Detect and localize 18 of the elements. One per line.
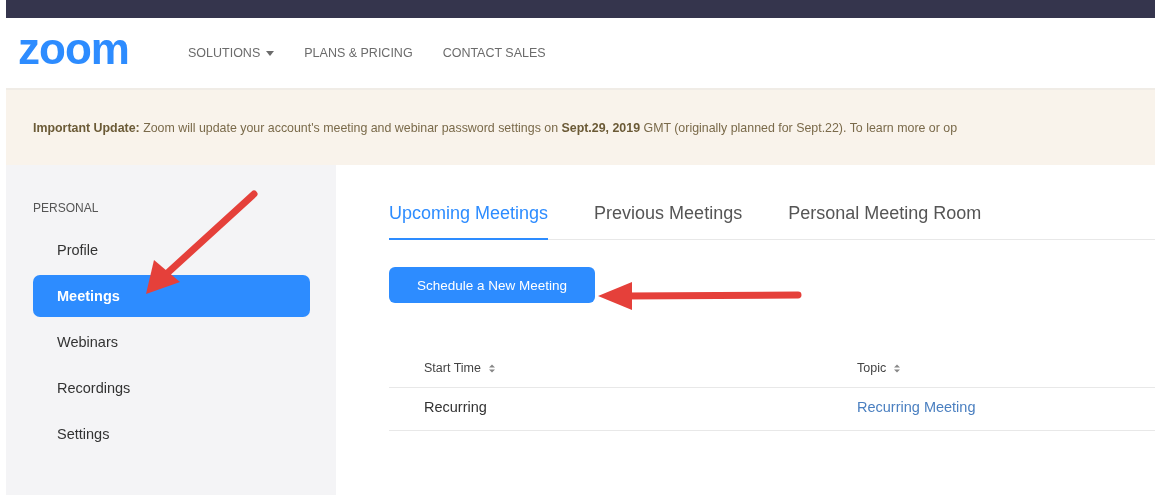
- meeting-link[interactable]: Recurring Meeting: [857, 399, 976, 415]
- sidebar-item[interactable]: Settings: [33, 413, 310, 455]
- tab[interactable]: Previous Meetings: [594, 201, 743, 240]
- section-label: PERSONAL: [33, 201, 100, 215]
- tab[interactable]: Personal Meeting Room: [788, 201, 982, 240]
- nav-link[interactable]: SOLUTIONS: [188, 46, 275, 60]
- column-header[interactable]: Topic: [857, 361, 887, 375]
- sidebar-item[interactable]: Recordings: [33, 367, 310, 409]
- sort-icon[interactable]: [488, 363, 495, 373]
- nav-link[interactable]: CONTACT SALES: [442, 46, 546, 60]
- column-header[interactable]: Start Time: [424, 361, 481, 375]
- nav-link[interactable]: PLANS & PRICING: [304, 46, 413, 60]
- update-notice: Important Update: Zoom will update your account's meeting and webinar password settings on Sept.29, 2019 GMT (originally planned for Sept.22). To learn more or op: [33, 120, 958, 135]
- sidebar-item[interactable]: Webinars: [33, 321, 310, 363]
- caret-icon: [266, 50, 275, 56]
- table-cell: Recurring: [424, 399, 487, 415]
- sort-icon[interactable]: [894, 363, 901, 373]
- sidebar-item[interactable]: Profile: [33, 229, 310, 271]
